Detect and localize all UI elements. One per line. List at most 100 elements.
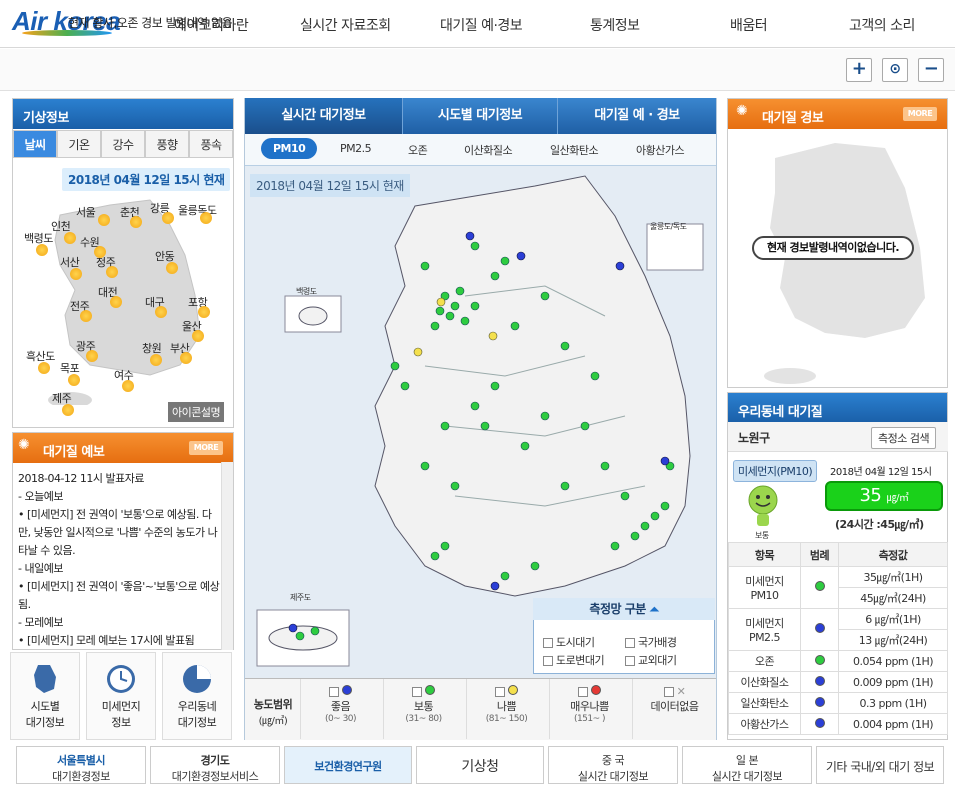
tool-pm-label2: 정보 [111, 716, 131, 729]
bad-checkbox[interactable] [495, 687, 505, 697]
good-checkbox[interactable] [329, 687, 339, 697]
suburban-checkbox[interactable] [625, 656, 635, 666]
tool-sido-info[interactable]: 시도별 대기정보 [10, 652, 80, 740]
zoom-out-button[interactable]: − [918, 58, 944, 82]
normal-checkbox[interactable] [412, 687, 422, 697]
tool-pm-label1: 미세먼지 [101, 700, 141, 713]
collapse-icon[interactable]: ⏶ [649, 602, 659, 616]
legend-roadside[interactable]: 도로변대기 [543, 652, 605, 668]
tab-pm25[interactable]: PM2.5 [340, 142, 372, 155]
banner-other[interactable]: 기타 국내/외 대기 정보 [816, 746, 944, 784]
status-dot [814, 717, 825, 728]
table-row: 이산화질소 0.009 ppm (1H) [728, 671, 948, 693]
col-legend: 범례 [800, 542, 839, 567]
range-good[interactable]: 좋음 (0~ 30) [300, 679, 380, 739]
tool-local-label1: 우리동네 [177, 700, 217, 713]
siren-icon: ✺ [18, 437, 30, 453]
row-value: 0.009 ppm (1H) [838, 671, 948, 693]
very-bad-label: 매우나쁨 [570, 700, 609, 713]
nav-statistics[interactable]: 통계정보 [590, 15, 640, 35]
tab-weather[interactable]: 날씨 [13, 130, 57, 158]
urban-checkbox[interactable] [543, 638, 553, 648]
row-value: 0.3 ppm (1H) [838, 692, 948, 714]
row-sub: PM10 [750, 589, 779, 602]
zoom-in-button[interactable]: + [846, 58, 872, 82]
banner-seoul[interactable]: 서울특별시 대기환경정보 [16, 746, 146, 784]
normal-dot [425, 685, 435, 695]
very-bad-checkbox[interactable] [578, 687, 588, 697]
range-normal[interactable]: 보통 (31~ 80) [383, 679, 463, 739]
forecast-today-label: - 오늘예보 [18, 490, 63, 503]
row-value: 45㎍/㎥(24H) [838, 587, 948, 609]
legend-suburban[interactable]: 교외대기 [625, 652, 677, 668]
legend-title-text: 측정망 구분 [589, 602, 646, 616]
forecast-scrollbar[interactable] [221, 462, 233, 650]
tab-forecast-alert[interactable]: 대기질 예 · 경보 [558, 98, 716, 134]
banner-research-institute[interactable]: 보건환경연구원 [284, 746, 412, 784]
nav-realtime[interactable]: 실시간 자료조회 [300, 15, 391, 35]
row-item: 오존 [728, 650, 801, 672]
alert-more-button[interactable]: MORE [903, 107, 937, 121]
banner-japan[interactable]: 일 본 실시간 대기정보 [682, 746, 812, 784]
sunny-icon [150, 354, 162, 366]
bad-dot [508, 685, 518, 695]
local-measurement-table: 항목 범례 측정값 미세먼지 PM10 35㎍/㎥(1H) 45㎍/㎥(24H) … [728, 542, 948, 735]
tool-sido-label1: 시도별 [30, 700, 60, 713]
tab-precipitation[interactable]: 강수 [101, 130, 145, 158]
banner-china-l2: 실시간 대기정보 [577, 770, 649, 783]
row-value: 0.004 ppm (1H) [838, 713, 948, 735]
nav-learning[interactable]: 배움터 [730, 15, 768, 35]
banner-research-l1: 보건환경연구원 [314, 760, 382, 773]
row-value: 0.054 ppm (1H) [838, 650, 948, 672]
sunny-icon [98, 214, 110, 226]
station-search-button[interactable]: 측정소 검색 [871, 427, 937, 449]
tab-sido-air[interactable]: 시도별 대기정보 [403, 98, 558, 134]
tab-co[interactable]: 일산화탄소 [550, 142, 599, 158]
tab-temperature[interactable]: 기온 [57, 130, 101, 158]
table-row: 오존 0.054 ppm (1H) [728, 650, 948, 672]
legend-urban[interactable]: 도시대기 [543, 634, 595, 650]
tab-so2[interactable]: 아황산가스 [636, 142, 685, 158]
sunny-icon [94, 246, 106, 258]
forecast-text: 2018-04-12 11시 발표자료 - 오늘예보 • [미세먼지] 전 권역… [18, 470, 224, 650]
tool-pm-info[interactable]: 미세먼지 정보 [86, 652, 156, 740]
no-data-checkbox[interactable] [663, 687, 674, 697]
banner-china[interactable]: 중 국 실시간 대기정보 [548, 746, 678, 784]
nav-customer[interactable]: 고객의 소리 [849, 15, 915, 35]
tab-no2[interactable]: 이산화질소 [464, 142, 513, 158]
siren-icon: ✺ [736, 103, 748, 119]
urban-label: 도시대기 [556, 636, 595, 649]
good-dot [342, 685, 352, 695]
row-item: 일산화탄소 [728, 692, 801, 714]
sunny-icon [70, 268, 82, 280]
sunny-icon [64, 232, 76, 244]
normal-label: 보통 [413, 700, 434, 713]
legend-title[interactable]: 측정망 구분 ⏶ [533, 598, 715, 620]
row-item: 아황산가스 [728, 713, 801, 735]
table-row: 미세먼지 PM2.5 6 ㎍/㎥(1H) [728, 608, 948, 651]
background-checkbox[interactable] [625, 638, 635, 648]
weather-title: 기상정보 [13, 99, 233, 129]
tab-wind-speed[interactable]: 풍속 [189, 130, 233, 158]
range-very-bad[interactable]: 매우나쁨 (151~ ) [549, 679, 629, 739]
banner-gyeonggi[interactable]: 경기도 대기환경정보서비스 [150, 746, 280, 784]
sunny-icon [106, 266, 118, 278]
tab-ozone[interactable]: 오존 [408, 142, 428, 158]
icon-help-button[interactable]: 아이콘설명 [168, 402, 225, 422]
sunny-icon [192, 330, 204, 342]
roadside-checkbox[interactable] [543, 656, 553, 666]
bad-range: (81~ 150) [485, 714, 528, 724]
tab-realtime-air[interactable]: 실시간 대기정보 [245, 98, 403, 134]
tool-local-info[interactable]: 우리동네 대기정보 [162, 652, 232, 740]
nav-forecast[interactable]: 대기질 예·경보 [440, 15, 523, 35]
zoom-reset-button[interactable]: ⊙ [882, 58, 908, 82]
banner-kma[interactable]: 기상청 [416, 746, 544, 784]
legend-background[interactable]: 국가배경 [625, 634, 677, 650]
forecast-tomorrow: • [미세먼지] 전 권역이 '좋음'~'보통'으로 예상됨. [18, 580, 220, 611]
tab-pm10[interactable]: PM10 [261, 138, 318, 159]
range-no-data[interactable]: ✕ 데이터없음 [632, 679, 716, 739]
range-bad[interactable]: 나쁨 (81~ 150) [466, 679, 546, 739]
forecast-more-button[interactable]: MORE [189, 441, 223, 455]
tab-wind-direction[interactable]: 풍향 [145, 130, 189, 158]
sunny-icon [166, 262, 178, 274]
